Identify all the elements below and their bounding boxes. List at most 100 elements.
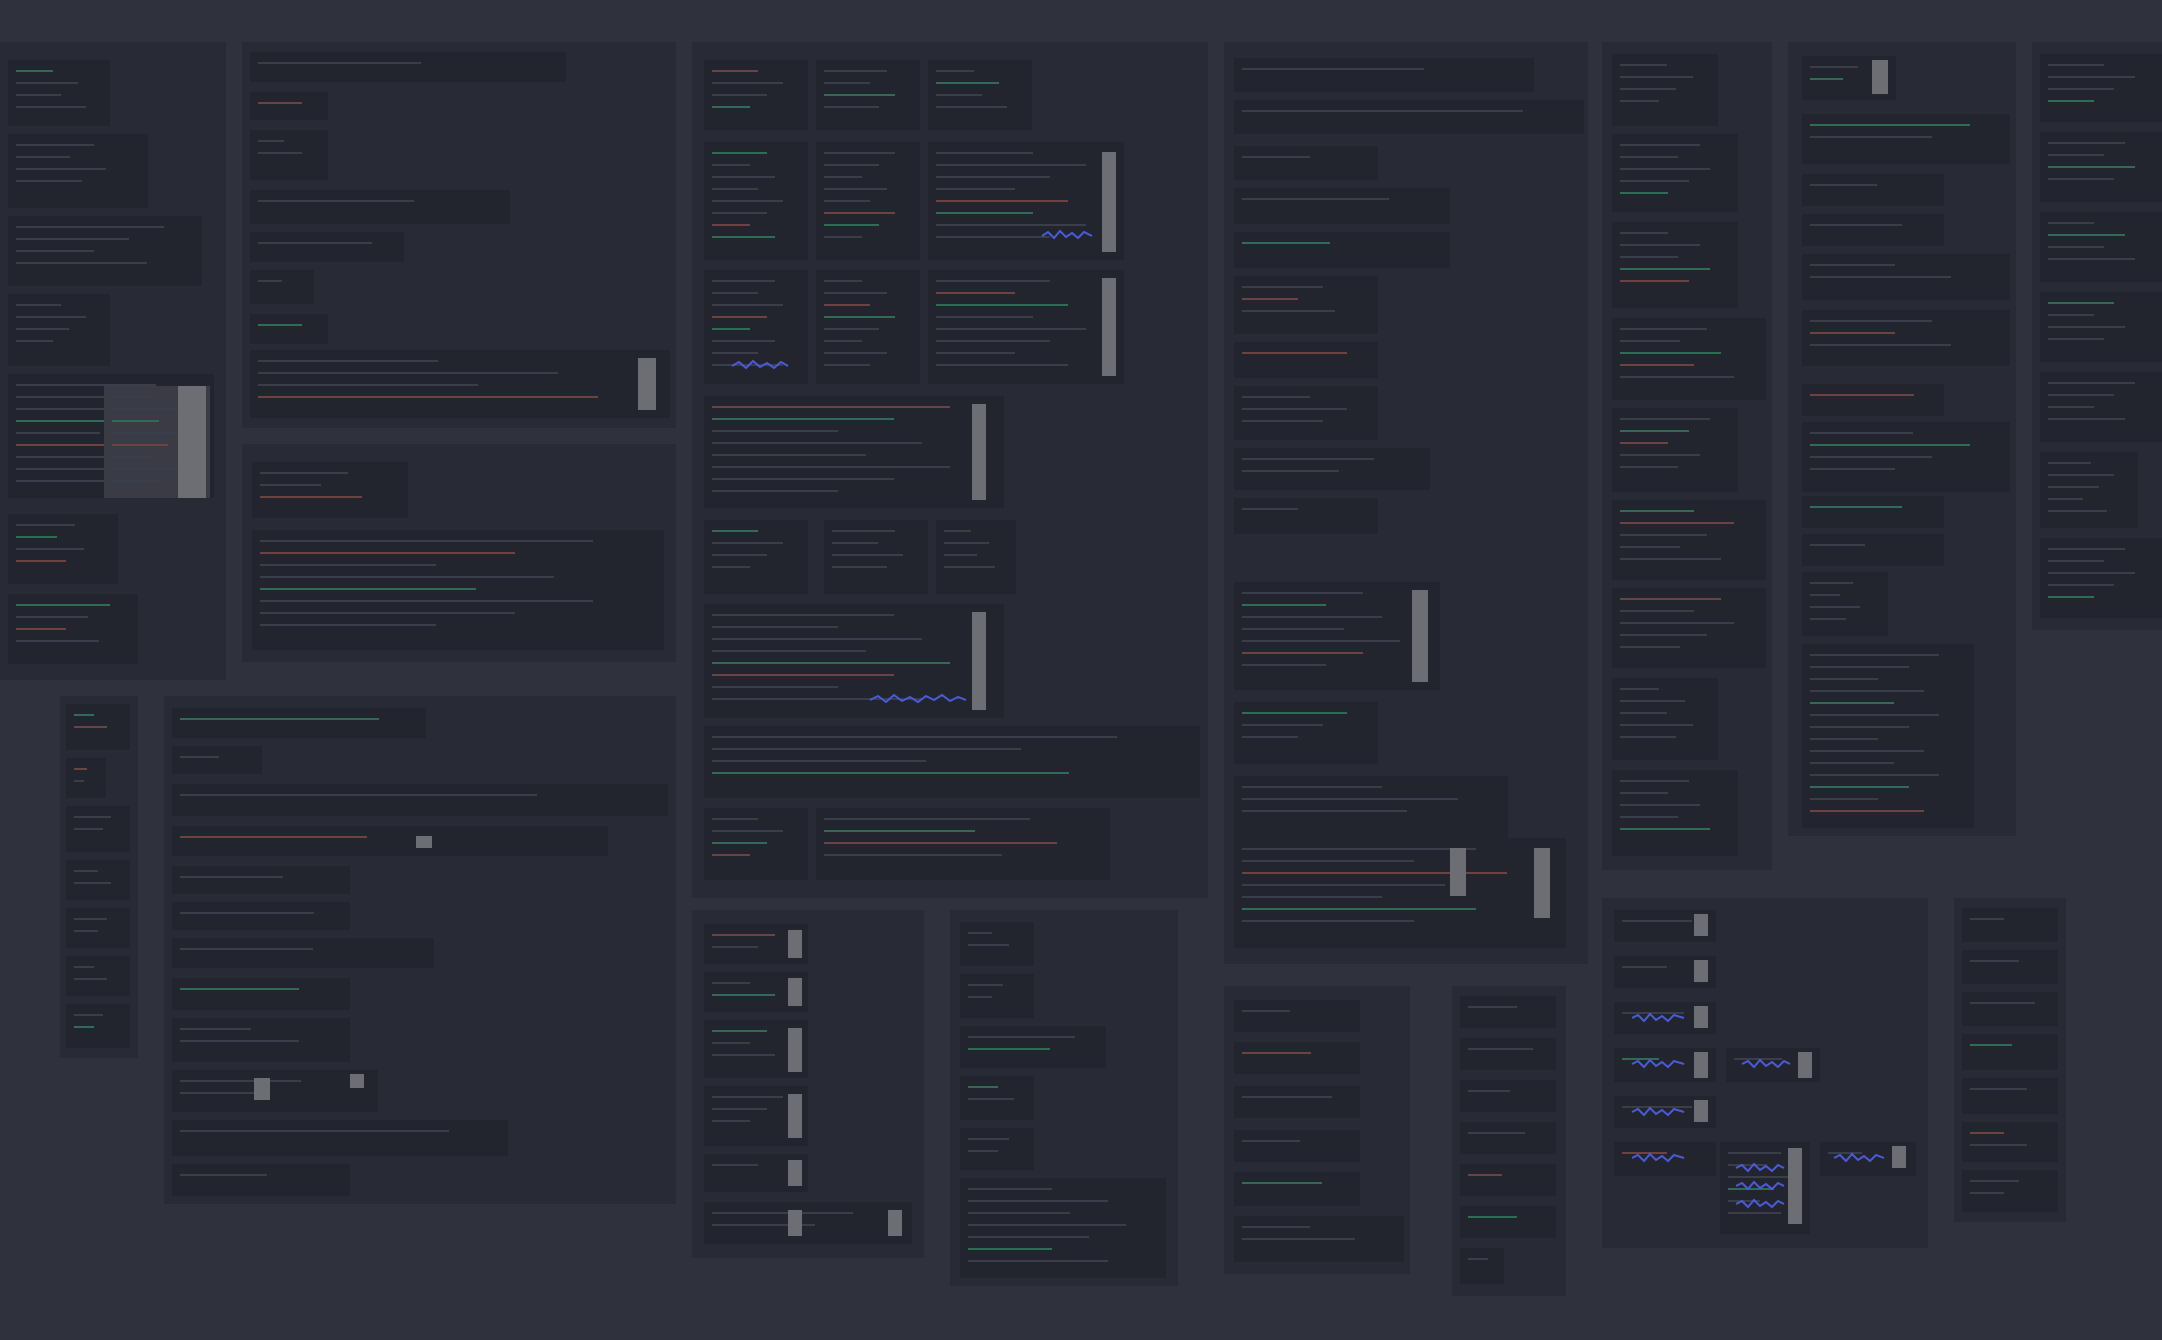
frame-h8[interactable]: [1234, 386, 1378, 440]
frame-c6-scrollbar[interactable]: [1102, 152, 1116, 252]
frame-n1[interactable]: [2040, 54, 2162, 122]
frame-n2[interactable]: [2040, 132, 2162, 202]
frame-f1-scrollbar[interactable]: [788, 930, 802, 958]
frame-c10[interactable]: [704, 396, 1004, 508]
frame-e10-scrollbar-2[interactable]: [350, 1074, 364, 1088]
frame-f6-scrollbar-2[interactable]: [888, 1210, 902, 1236]
frame-f2-scrollbar[interactable]: [788, 978, 802, 1006]
frame-l6-scrollbar[interactable]: [1694, 1100, 1708, 1122]
frame-b7[interactable]: [250, 314, 328, 344]
frame-o3[interactable]: [1962, 992, 2058, 1026]
frame-e8[interactable]: [172, 978, 350, 1010]
frame-m6[interactable]: [1802, 310, 2010, 366]
frame-i6[interactable]: [1234, 1216, 1404, 1262]
frame-o2[interactable]: [1962, 950, 2058, 984]
frame-m4[interactable]: [1802, 214, 1944, 246]
frame-f4-scrollbar[interactable]: [788, 1094, 802, 1138]
frame-h3[interactable]: [1234, 146, 1378, 180]
frame-d7[interactable]: [66, 1004, 130, 1048]
frame-b4[interactable]: [250, 190, 510, 224]
frame-i5[interactable]: [1234, 1172, 1360, 1206]
frame-c2[interactable]: [816, 60, 920, 130]
frame-j4[interactable]: [1460, 1122, 1556, 1154]
frame-k8[interactable]: [1612, 678, 1718, 760]
frame-k7[interactable]: [1612, 588, 1766, 668]
frame-e11[interactable]: [172, 1120, 508, 1156]
frame-a5-scrollbar[interactable]: [178, 386, 206, 498]
design-canvas[interactable]: [0, 0, 2162, 1340]
frame-g5[interactable]: [960, 1128, 1034, 1170]
frame-c14-scrollbar[interactable]: [972, 612, 986, 710]
frame-h12[interactable]: [1234, 702, 1378, 764]
frame-i3[interactable]: [1234, 1086, 1360, 1118]
frame-d2[interactable]: [66, 758, 106, 798]
frame-c4[interactable]: [704, 142, 808, 260]
frame-h14-scrollbar-1[interactable]: [1450, 848, 1466, 896]
frame-o1[interactable]: [1962, 908, 2058, 942]
frame-o4[interactable]: [1962, 1034, 2058, 1070]
frame-g4[interactable]: [960, 1076, 1034, 1120]
frame-e4[interactable]: [172, 826, 608, 856]
frame-e10-scrollbar-1[interactable]: [254, 1078, 270, 1100]
frame-h14[interactable]: [1234, 838, 1566, 948]
frame-b8[interactable]: [250, 350, 670, 418]
frame-j3[interactable]: [1460, 1080, 1556, 1112]
frame-m10[interactable]: [1802, 534, 1944, 566]
frame-f3-scrollbar[interactable]: [788, 1028, 802, 1072]
frame-b2-1[interactable]: [252, 462, 408, 518]
frame-b1[interactable]: [250, 52, 566, 82]
frame-d6[interactable]: [66, 956, 130, 996]
frame-f6-scrollbar-1[interactable]: [788, 1210, 802, 1236]
frame-j7[interactable]: [1460, 1248, 1504, 1284]
frame-c12[interactable]: [824, 520, 928, 594]
frame-c5[interactable]: [816, 142, 920, 260]
frame-m11[interactable]: [1802, 572, 1888, 636]
frame-n6[interactable]: [2040, 452, 2138, 528]
frame-i4[interactable]: [1234, 1130, 1360, 1162]
frame-c8[interactable]: [816, 270, 920, 384]
frame-a2[interactable]: [8, 134, 148, 208]
frame-j1[interactable]: [1460, 996, 1556, 1028]
frame-e12[interactable]: [172, 1164, 350, 1196]
frame-h2[interactable]: [1234, 100, 1584, 134]
frame-e5[interactable]: [172, 866, 350, 894]
frame-b8-scrollbar[interactable]: [638, 358, 656, 410]
frame-l9-scrollbar[interactable]: [1892, 1146, 1906, 1168]
frame-k3[interactable]: [1612, 222, 1738, 308]
frame-k1[interactable]: [1612, 54, 1718, 126]
frame-m8[interactable]: [1802, 422, 2010, 492]
frame-e7[interactable]: [172, 938, 434, 968]
frame-a1[interactable]: [8, 60, 110, 126]
frame-i1[interactable]: [1234, 1000, 1360, 1032]
frame-m3[interactable]: [1802, 174, 1944, 206]
frame-e2[interactable]: [172, 746, 262, 774]
frame-n7[interactable]: [2040, 538, 2162, 618]
frame-f6[interactable]: [704, 1202, 912, 1244]
frame-a4[interactable]: [8, 294, 110, 366]
frame-f5-scrollbar[interactable]: [788, 1160, 802, 1186]
frame-n3[interactable]: [2040, 212, 2162, 282]
frame-e1[interactable]: [172, 708, 426, 738]
frame-l1-scrollbar[interactable]: [1694, 914, 1708, 936]
frame-o6[interactable]: [1962, 1122, 2058, 1162]
frame-c9[interactable]: [928, 270, 1124, 384]
frame-d4[interactable]: [66, 860, 130, 900]
frame-d1[interactable]: [66, 704, 130, 750]
frame-a3[interactable]: [8, 216, 202, 286]
frame-h1[interactable]: [1234, 58, 1534, 92]
frame-m7[interactable]: [1802, 384, 1944, 416]
frame-o7[interactable]: [1962, 1170, 2058, 1212]
frame-m12[interactable]: [1802, 644, 1974, 828]
frame-d3[interactable]: [66, 806, 130, 852]
frame-e9[interactable]: [172, 1018, 350, 1062]
frame-k4[interactable]: [1612, 318, 1766, 400]
frame-c6[interactable]: [928, 142, 1124, 260]
frame-h13[interactable]: [1234, 776, 1508, 838]
frame-m2[interactable]: [1802, 114, 2010, 164]
frame-k6[interactable]: [1612, 500, 1766, 580]
frame-g6[interactable]: [960, 1178, 1166, 1278]
frame-e3[interactable]: [172, 784, 668, 816]
frame-b2[interactable]: [250, 92, 328, 120]
frame-c11[interactable]: [704, 520, 808, 594]
frame-h11[interactable]: [1234, 582, 1440, 690]
